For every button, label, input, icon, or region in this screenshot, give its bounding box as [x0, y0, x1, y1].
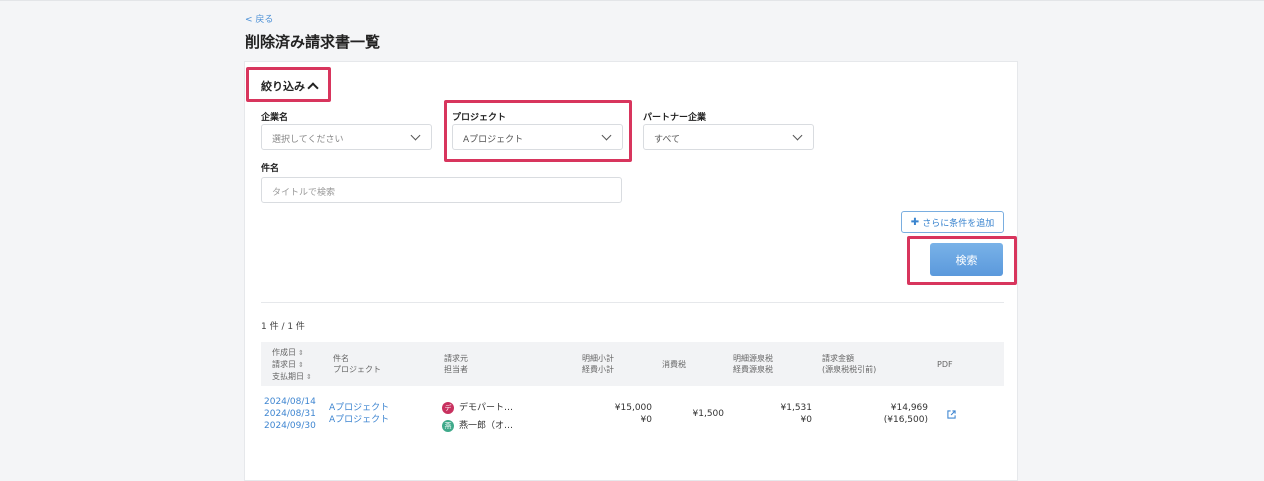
chevron-down-icon [792, 130, 803, 141]
sort-icon: ⇕ [298, 361, 304, 369]
header-tax: 消費税 [662, 360, 686, 369]
person-avatar: 燕 [442, 419, 454, 432]
partner-select[interactable]: すべて [643, 124, 814, 150]
project-select-value: Aプロジェクト [463, 135, 524, 145]
partner-select-value: すべて [654, 135, 681, 145]
result-count: 1 件 / 1 件 [261, 322, 305, 332]
row-subtotal: ¥15,000 ¥0 [614, 403, 652, 425]
row-withholding: ¥1,531 ¥0 [780, 403, 813, 425]
divider [261, 302, 1004, 303]
external-link-icon[interactable] [947, 410, 956, 419]
header-dates[interactable]: 作成日 ⇕ 請求日 ⇕ 支払期日 ⇕ [272, 347, 312, 383]
subject-search-placeholder: タイトルで検索 [272, 188, 336, 198]
chevron-down-icon [601, 130, 612, 141]
filter-toggle[interactable]: 絞り込み [261, 78, 319, 94]
header-pdf: PDF [937, 360, 953, 369]
chevron-up-icon [307, 82, 319, 94]
header-subtotal: 明細小計 経費小計 [582, 354, 614, 374]
sort-icon: ⇕ [306, 373, 312, 381]
row-dates[interactable]: 2024/08/14 2024/08/31 2024/09/30 [264, 396, 316, 432]
partner-label: パートナー企業 [643, 113, 707, 123]
project-label: プロジェクト [452, 113, 507, 123]
row-client: デデモパート… 燕燕一郎（オ… [442, 399, 513, 435]
header-withholding: 明細源泉税 経費源泉税 [733, 354, 773, 374]
add-condition-label: さらに条件を追加 [922, 218, 995, 229]
company-select[interactable]: 選択してください [261, 124, 432, 150]
search-button[interactable]: 検索 [930, 243, 1003, 276]
add-condition-button[interactable]: ✚ さらに条件を追加 [901, 211, 1004, 233]
header-subject: 件名 プロジェクト [333, 354, 381, 374]
project-select[interactable]: Aプロジェクト [452, 124, 623, 150]
filter-toggle-label: 絞り込み [261, 80, 305, 93]
subject-search-input[interactable]: タイトルで検索 [261, 177, 622, 203]
chevron-down-icon [410, 130, 421, 141]
row-subject[interactable]: Aプロジェクト Aプロジェクト [329, 402, 389, 426]
plus-icon: ✚ [910, 216, 920, 228]
company-select-value: 選択してください [272, 135, 344, 145]
row-tax: ¥1,500 [692, 409, 725, 419]
row-amount: ¥14,969 (¥16,500) [883, 403, 928, 425]
back-link[interactable]: < 戻る [245, 12, 273, 25]
page-title: 削除済み請求書一覧 [245, 33, 381, 51]
header-amount: 請求金額 (源泉税税引前) [822, 354, 877, 374]
partner-avatar: デ [442, 401, 454, 414]
sort-icon: ⇕ [298, 349, 304, 357]
header-client: 請求元 担当者 [444, 354, 468, 374]
company-label: 企業名 [261, 113, 289, 123]
subject-label: 件名 [261, 164, 280, 174]
